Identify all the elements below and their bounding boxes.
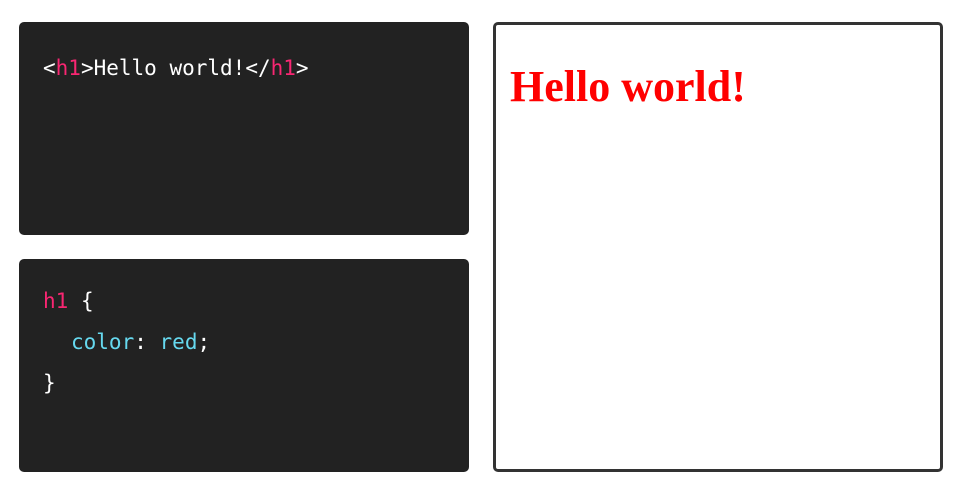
- preview-heading: Hello world!: [510, 62, 746, 111]
- css-close-line: }: [43, 368, 469, 409]
- output-preview: Hello world!: [493, 22, 943, 472]
- css-selector-line: h1 {: [43, 286, 469, 327]
- css-semicolon: ;: [197, 330, 211, 354]
- html-end-open-bracket: </: [245, 56, 271, 80]
- html-open-bracket: <: [43, 56, 56, 80]
- css-value: red: [159, 330, 198, 354]
- css-selector: h1: [43, 289, 69, 313]
- css-colon: :: [134, 330, 147, 354]
- code-playground: <h1>Hello world!</h1> h1 { color: red; }…: [0, 0, 969, 493]
- html-code-editor[interactable]: <h1>Hello world!</h1>: [19, 22, 469, 235]
- css-open-brace: {: [80, 289, 94, 313]
- html-code-line: <h1>Hello world!</h1>: [43, 53, 469, 94]
- css-declaration-line: color: red;: [43, 327, 469, 368]
- css-close-brace: }: [43, 371, 56, 395]
- html-content-text: Hello world!: [93, 56, 246, 80]
- html-close-bracket: >: [80, 56, 94, 80]
- css-property: color: [71, 330, 135, 354]
- css-code-editor[interactable]: h1 { color: red; }: [19, 259, 469, 472]
- html-end-tag-name: h1: [270, 56, 296, 80]
- html-tag-name: h1: [55, 56, 81, 80]
- html-end-close-bracket: >: [295, 56, 309, 80]
